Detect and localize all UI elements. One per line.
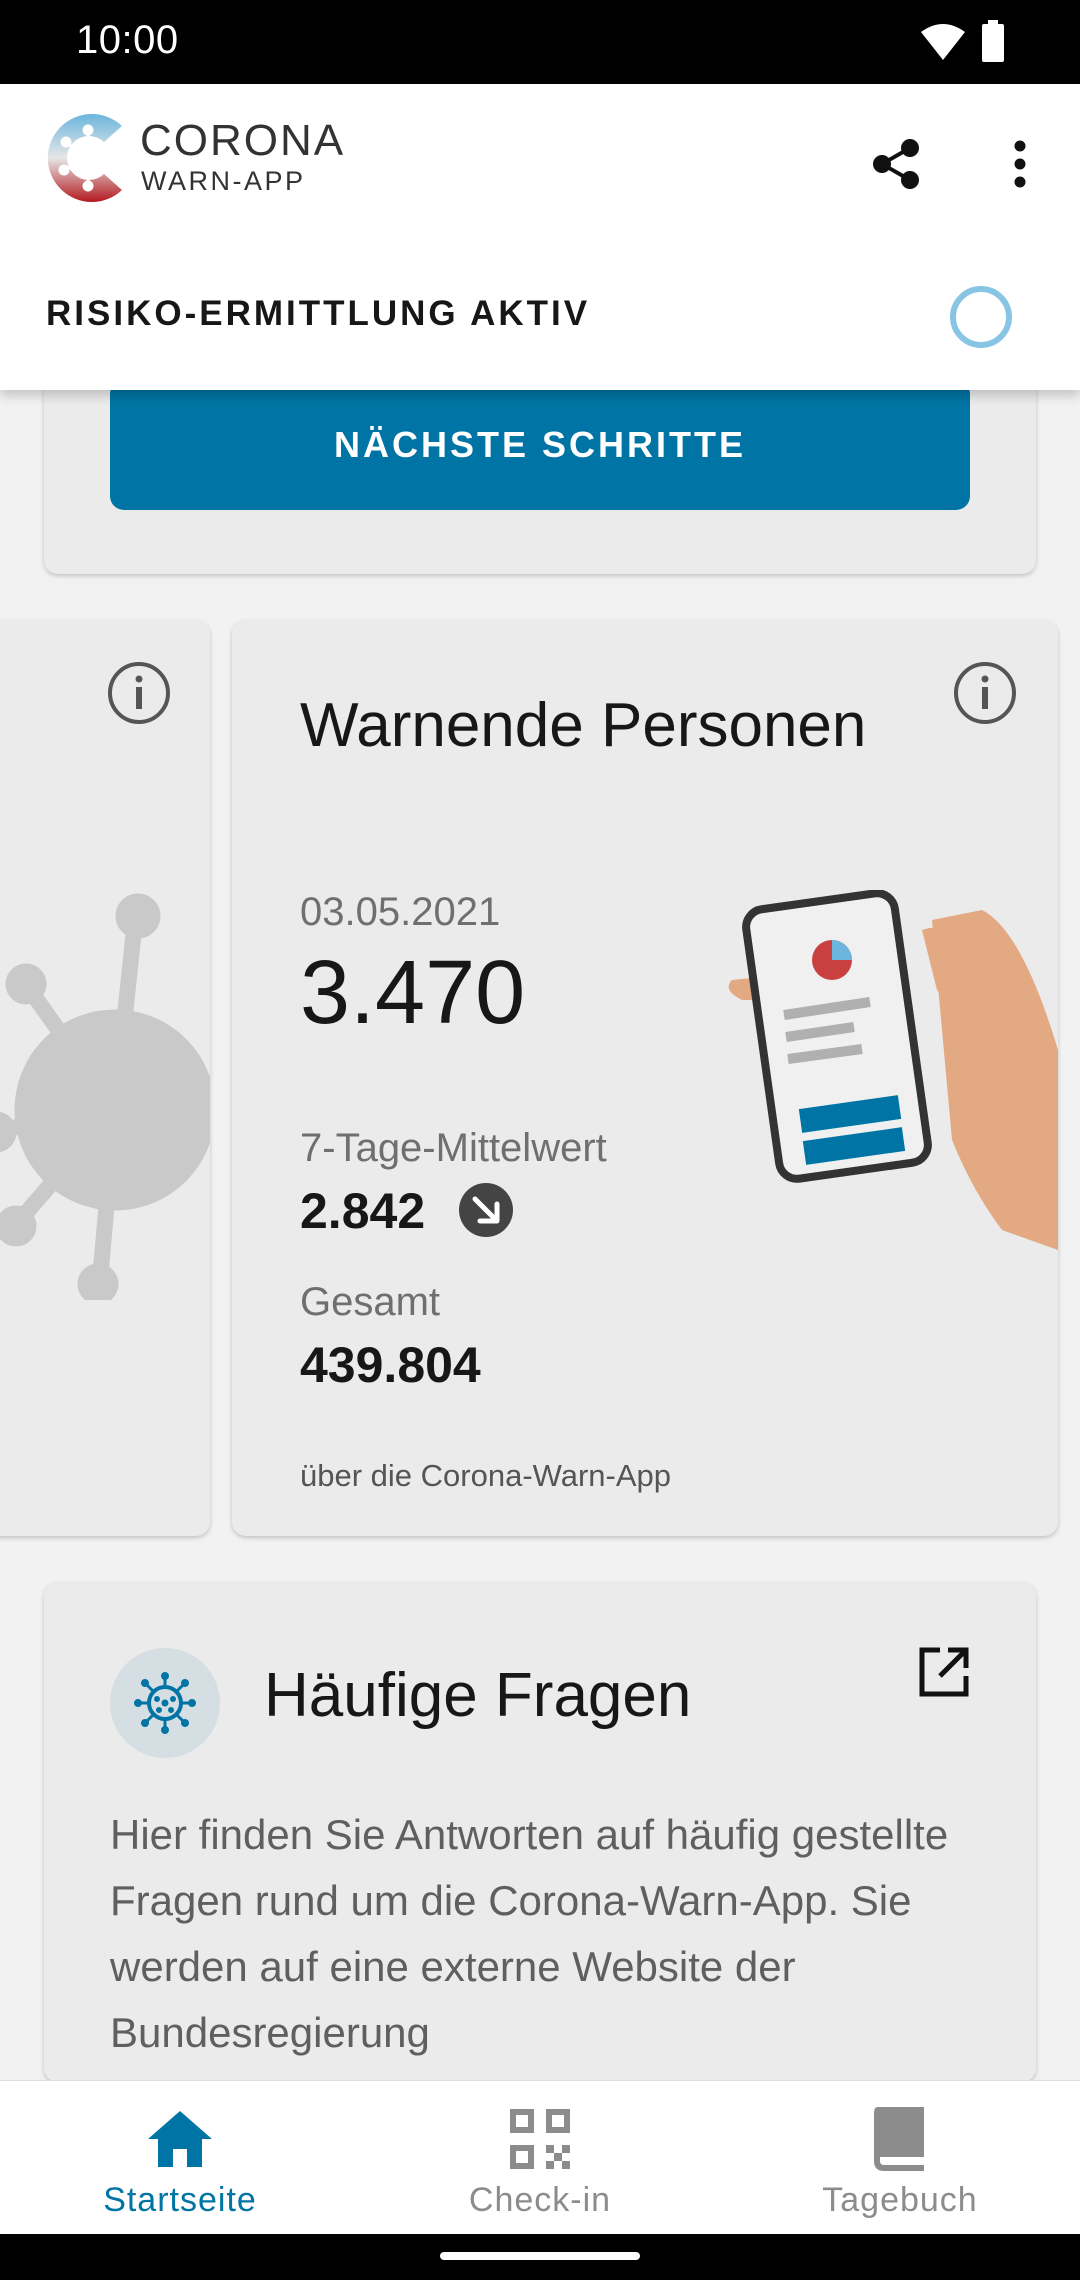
trend-down-arrow-icon [459, 1183, 513, 1237]
external-link-icon[interactable] [916, 1644, 972, 1700]
stats-average-label: 7-Tage-Mittelwert [300, 1126, 607, 1170]
status-time: 10:00 [76, 18, 179, 62]
corona-warn-app-logo [47, 114, 122, 202]
faq-title: Häufige Fragen [264, 1661, 692, 1730]
stats-card-warning-persons[interactable]: Warnende Personen 03.05.2021 3.470 7-Tag… [232, 620, 1058, 1536]
next-steps-button[interactable]: NÄCHSTE SCHRITTE [110, 380, 970, 510]
battery-icon [982, 20, 1004, 62]
nav-label-tagebuch: Tagebuch [822, 2181, 978, 2219]
nav-label-check-in: Check-in [468, 2181, 612, 2219]
logo-subtitle: WARN-APP [141, 166, 306, 196]
system-navigation-bar [0, 2234, 1080, 2280]
stats-primary-value: 3.470 [300, 943, 526, 1043]
stats-card-previous[interactable] [0, 620, 210, 1536]
nav-label-startseite: Startseite [103, 2181, 257, 2219]
risk-status-indicator-icon [950, 286, 1012, 348]
virus-icon [134, 1672, 196, 1734]
stats-title: Warnende Personen [300, 691, 867, 760]
stats-average-value: 2.842 [300, 1183, 426, 1239]
book-icon [874, 2107, 924, 2171]
qr-code-icon [510, 2109, 570, 2169]
home-icon [148, 2111, 212, 2167]
stats-footnote: über die Corona-Warn-App [300, 1458, 672, 1493]
faq-icon-container [110, 1648, 220, 1758]
info-icon[interactable] [952, 660, 1018, 726]
stats-total-value: 439.804 [300, 1337, 481, 1393]
phone-in-hand-illustration-icon [728, 890, 1058, 1250]
logo-title: CORONA [140, 116, 346, 165]
risk-status-label: RISIKO-ERMITTLUNG AKTIV [46, 294, 591, 333]
app-bar: CORONA WARN-APP RISIKO-ERMITTLUNG AKTIV [0, 84, 1080, 390]
faq-description: Hier finden Sie Antworten auf häufig ges… [110, 1811, 949, 2056]
home-gesture-handle[interactable] [440, 2252, 640, 2260]
nav-item-check-in[interactable]: Check-in [360, 2081, 720, 2235]
nav-item-tagebuch[interactable]: Tagebuch [720, 2081, 1080, 2235]
info-icon[interactable] [106, 660, 172, 726]
bottom-navigation: Startseite Check-in Tagebuch [0, 2080, 1080, 2234]
stats-date: 03.05.2021 [300, 890, 501, 934]
more-options-icon[interactable] [1000, 134, 1040, 194]
faq-card[interactable]: Häufige Fragen Hier finden Sie Antworten… [44, 1582, 1036, 2082]
nav-item-startseite[interactable]: Startseite [0, 2081, 360, 2235]
stats-total-label: Gesamt [300, 1280, 441, 1324]
virus-illustration-icon [0, 893, 210, 1300]
wifi-icon [921, 24, 965, 60]
status-bar: 10:00 [0, 0, 1080, 84]
share-icon[interactable] [866, 134, 926, 194]
